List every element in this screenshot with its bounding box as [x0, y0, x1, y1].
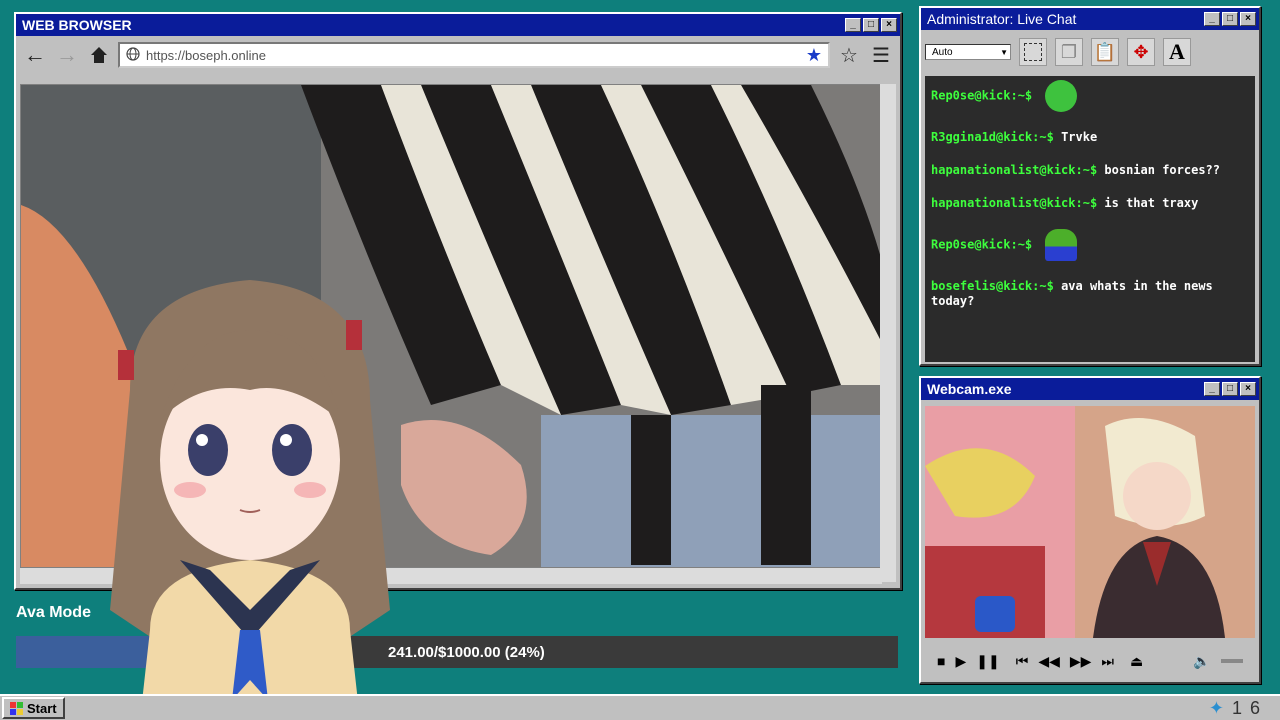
chat-message: hapanationalist@kick:~$ is that traxy — [931, 196, 1249, 211]
menu-icon[interactable]: ☰ — [868, 42, 894, 68]
chat-title: Administrator: Live Chat — [927, 11, 1077, 27]
webcam-video — [925, 406, 1255, 638]
paste-icon[interactable]: 📋 — [1091, 38, 1119, 66]
chat-message: Rep0se@kick:~$ — [931, 229, 1249, 261]
skip-forward-icon[interactable]: ⏭ — [1101, 653, 1114, 670]
tray-network-icon[interactable]: ✦ — [1209, 698, 1224, 719]
goal-progress-text: 241.00/$1000.00 (24%) — [388, 644, 545, 661]
font-icon[interactable]: A — [1163, 38, 1191, 66]
home-icon[interactable] — [86, 42, 112, 68]
font-size-value: Auto — [932, 46, 953, 58]
select-marquee-icon[interactable] — [1019, 38, 1047, 66]
webcam-titlebar[interactable]: Webcam.exe _ □ × — [921, 378, 1259, 400]
browser-titlebar[interactable]: WEB BROWSER _ □ × — [16, 14, 900, 36]
chat-text: bosnian forces?? — [1104, 163, 1220, 177]
font-size-select[interactable]: Auto ▼ — [925, 44, 1011, 60]
browser-title: WEB BROWSER — [22, 17, 132, 33]
green-pepe-laugh-icon — [1045, 80, 1078, 112]
chat-message: R3ggina1d@kick:~$ Trvke — [931, 130, 1249, 145]
chat-username: R3ggina1d@kick:~$ — [931, 130, 1054, 144]
favorite-star-icon[interactable]: ☆ — [836, 42, 862, 68]
back-arrow-icon[interactable]: ← — [22, 42, 48, 68]
chat-toolbar: Auto ▼ ❐ 📋 ✥ A — [921, 30, 1259, 74]
maximize-button[interactable]: □ — [1222, 382, 1238, 396]
play-icon[interactable]: ▶ — [955, 653, 966, 670]
minimize-button[interactable]: _ — [845, 18, 861, 32]
pepe-frog-icon — [1045, 229, 1078, 261]
rewind-icon[interactable]: ◀◀ — [1038, 653, 1060, 670]
taskbar-clock: 16 — [1231, 698, 1268, 718]
copy-icon[interactable]: ❐ — [1055, 38, 1083, 66]
webcam-window: Webcam.exe _ □ × ■ ▶ ❚❚ ⏮ ◀◀ ▶▶ ⏭ ⏏ 🔈 — [919, 376, 1261, 684]
chat-message: bosefelis@kick:~$ ava whats in the news … — [931, 279, 1249, 309]
fast-forward-icon[interactable]: ▶▶ — [1070, 653, 1092, 670]
goal-label: Ava Mode — [16, 604, 91, 621]
stop-icon[interactable]: ■ — [937, 653, 945, 669]
chat-username: bosefelis@kick:~$ — [931, 279, 1054, 293]
globe-icon — [126, 46, 140, 64]
volume-icon[interactable]: 🔈 — [1193, 653, 1210, 670]
chat-username: Rep0se@kick:~$ — [931, 88, 1033, 103]
bookmark-star-filled-icon[interactable]: ★ — [806, 45, 822, 66]
pause-icon[interactable]: ❚❚ — [976, 653, 999, 670]
skip-back-icon[interactable]: ⏮ — [1016, 653, 1029, 670]
chat-username: hapanationalist@kick:~$ — [931, 163, 1098, 177]
browser-toolbar: ← → https://boseph.online ★ ☆ ☰ — [16, 36, 900, 74]
chat-message: hapanationalist@kick:~$ bosnian forces?? — [931, 163, 1249, 178]
move-icon[interactable]: ✥ — [1127, 38, 1155, 66]
chat-message: Rep0se@kick:~$ — [931, 80, 1249, 112]
taskbar: Start ✦ 16 — [0, 694, 1280, 720]
minimize-button[interactable]: _ — [1204, 382, 1220, 396]
minimize-button[interactable]: _ — [1204, 12, 1220, 26]
windows-logo-icon — [10, 701, 23, 715]
dropdown-arrow-icon: ▼ — [1000, 47, 1008, 57]
url-text: https://boseph.online — [146, 47, 266, 63]
volume-slider[interactable] — [1220, 659, 1243, 663]
eject-icon[interactable]: ⏏ — [1130, 653, 1143, 670]
maximize-button[interactable]: □ — [863, 18, 879, 32]
media-controls: ■ ▶ ❚❚ ⏮ ◀◀ ▶▶ ⏭ ⏏ 🔈 — [925, 644, 1255, 678]
chat-username: hapanationalist@kick:~$ — [931, 196, 1098, 210]
close-button[interactable]: × — [881, 18, 897, 32]
address-bar[interactable]: https://boseph.online ★ — [118, 42, 830, 68]
chat-text: Trvke — [1061, 130, 1098, 144]
chat-text: is that traxy — [1104, 196, 1199, 210]
start-label: Start — [27, 700, 57, 716]
webcam-title: Webcam.exe — [927, 381, 1012, 397]
start-button[interactable]: Start — [2, 697, 65, 719]
chat-titlebar[interactable]: Administrator: Live Chat _ □ × — [921, 8, 1259, 30]
vertical-scrollbar[interactable] — [880, 84, 896, 582]
close-button[interactable]: × — [1240, 382, 1256, 396]
maximize-button[interactable]: □ — [1222, 12, 1238, 26]
forward-arrow-icon[interactable]: → — [54, 42, 80, 68]
chat-window: Administrator: Live Chat _ □ × Auto ▼ ❐ … — [919, 6, 1261, 366]
chat-log[interactable]: Rep0se@kick:~$ R3ggina1d@kick:~$ Trvke h… — [925, 76, 1255, 362]
close-button[interactable]: × — [1240, 12, 1256, 26]
vtuber-avatar — [90, 270, 410, 720]
chat-username: Rep0se@kick:~$ — [931, 237, 1033, 252]
